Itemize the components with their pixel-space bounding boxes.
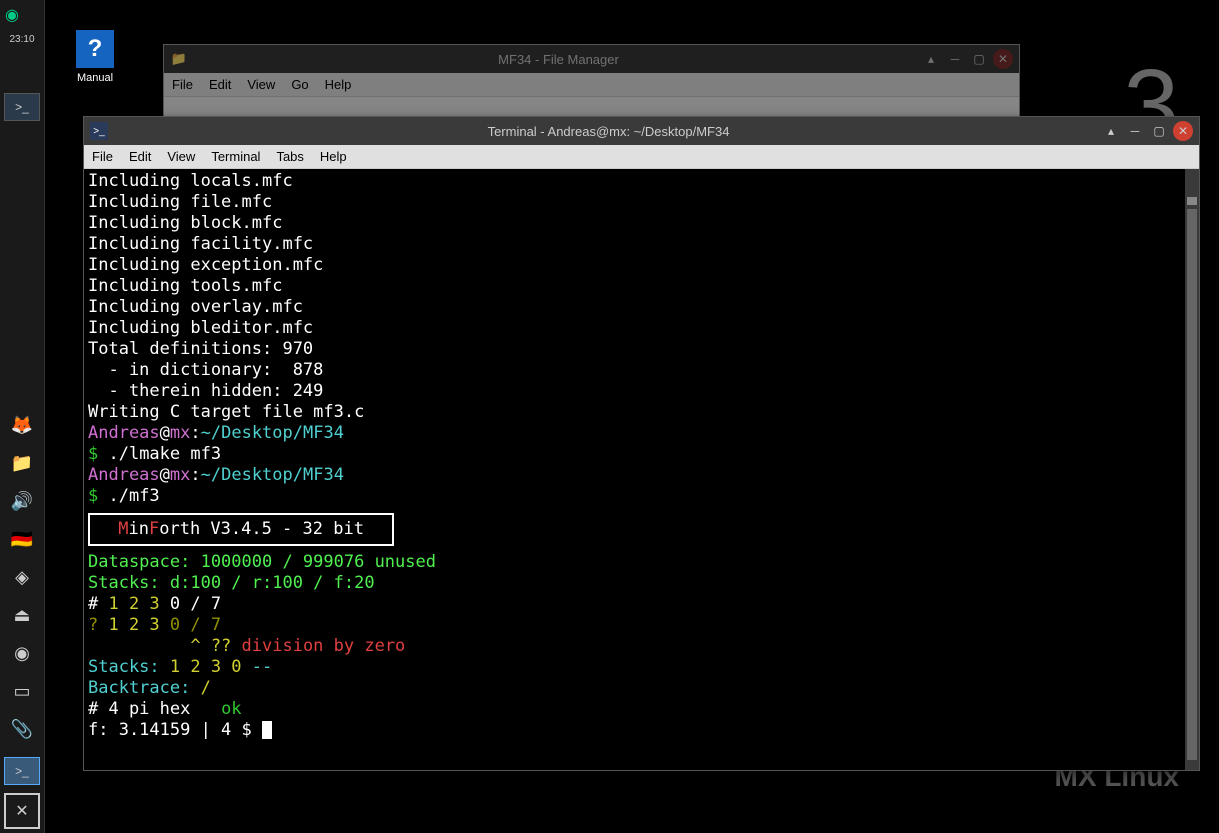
term-maximize-button[interactable]: ▢ xyxy=(1149,121,1169,141)
term-title: Terminal - Andreas@mx: ~/Desktop/MF34 xyxy=(116,124,1101,139)
fm-menu-help[interactable]: Help xyxy=(325,77,352,92)
terminal-window: >_ Terminal - Andreas@mx: ~/Desktop/MF34… xyxy=(83,116,1200,771)
term-menu-help[interactable]: Help xyxy=(320,149,347,164)
fm-minimize-button[interactable]: ─ xyxy=(945,49,965,69)
minforth-banner: MinForth V3.4.5 - 32 bit xyxy=(88,513,394,546)
term-close-button[interactable]: ✕ xyxy=(1173,121,1193,141)
help-icon: ? xyxy=(76,30,114,68)
left-taskbar: ◉ 23:10 >_ 🦊 📁 🔊 🇩🇪 ◈ ⏏ ◉ ▭ 📎 >_ ✕ xyxy=(0,0,45,833)
term-menubar: File Edit View Terminal Tabs Help xyxy=(84,145,1199,169)
folder-icon: 📁 xyxy=(170,50,188,68)
term-titlebar[interactable]: >_ Terminal - Andreas@mx: ~/Desktop/MF34… xyxy=(84,117,1199,145)
fm-menu-edit[interactable]: Edit xyxy=(209,77,231,92)
taskbar-close-icon[interactable]: ✕ xyxy=(4,793,40,829)
taskbar-clock: 23:10 xyxy=(0,30,44,49)
note-icon[interactable]: ▭ xyxy=(8,677,36,705)
firefox-icon[interactable]: 🦊 xyxy=(8,411,36,439)
fm-menu-view[interactable]: View xyxy=(247,77,275,92)
fm-menubar: File Edit View Go Help xyxy=(164,73,1019,97)
terminal-scrollbar[interactable] xyxy=(1185,169,1199,770)
term-menu-view[interactable]: View xyxy=(167,149,195,164)
cube-icon[interactable]: ◈ xyxy=(8,563,36,591)
fm-shade-button[interactable]: ▴ xyxy=(921,49,941,69)
terminal-icon: >_ xyxy=(90,122,108,140)
start-icon[interactable]: ◉ xyxy=(0,0,44,30)
fm-close-button[interactable]: ✕ xyxy=(993,49,1013,69)
term-menu-file[interactable]: File xyxy=(92,149,113,164)
clip-icon[interactable]: 📎 xyxy=(8,715,36,743)
taskbar-app-terminal[interactable]: >_ xyxy=(4,93,40,121)
files-icon[interactable]: 📁 xyxy=(8,449,36,477)
terminal-output[interactable]: Including locals.mfc Including file.mfc … xyxy=(84,169,1199,770)
fm-menu-file[interactable]: File xyxy=(172,77,193,92)
term-minimize-button[interactable]: ─ xyxy=(1125,121,1145,141)
taskbar-app-terminal-active[interactable]: >_ xyxy=(4,757,40,785)
fm-titlebar[interactable]: 📁 MF34 - File Manager ▴ ─ ▢ ✕ xyxy=(164,45,1019,73)
term-menu-tabs[interactable]: Tabs xyxy=(276,149,303,164)
flag-de-icon[interactable]: 🇩🇪 xyxy=(8,525,36,553)
eject-icon[interactable]: ⏏ xyxy=(8,601,36,629)
term-shade-button[interactable]: ▴ xyxy=(1101,121,1121,141)
fm-menu-go[interactable]: Go xyxy=(291,77,308,92)
term-menu-terminal[interactable]: Terminal xyxy=(211,149,260,164)
desktop-icon-manual[interactable]: ? Manual xyxy=(65,30,125,84)
fm-title: MF34 - File Manager xyxy=(196,52,921,67)
terminal-cursor xyxy=(262,721,272,739)
volume-icon[interactable]: 🔊 xyxy=(8,487,36,515)
term-menu-edit[interactable]: Edit xyxy=(129,149,151,164)
fm-maximize-button[interactable]: ▢ xyxy=(969,49,989,69)
disc-icon[interactable]: ◉ xyxy=(8,639,36,667)
